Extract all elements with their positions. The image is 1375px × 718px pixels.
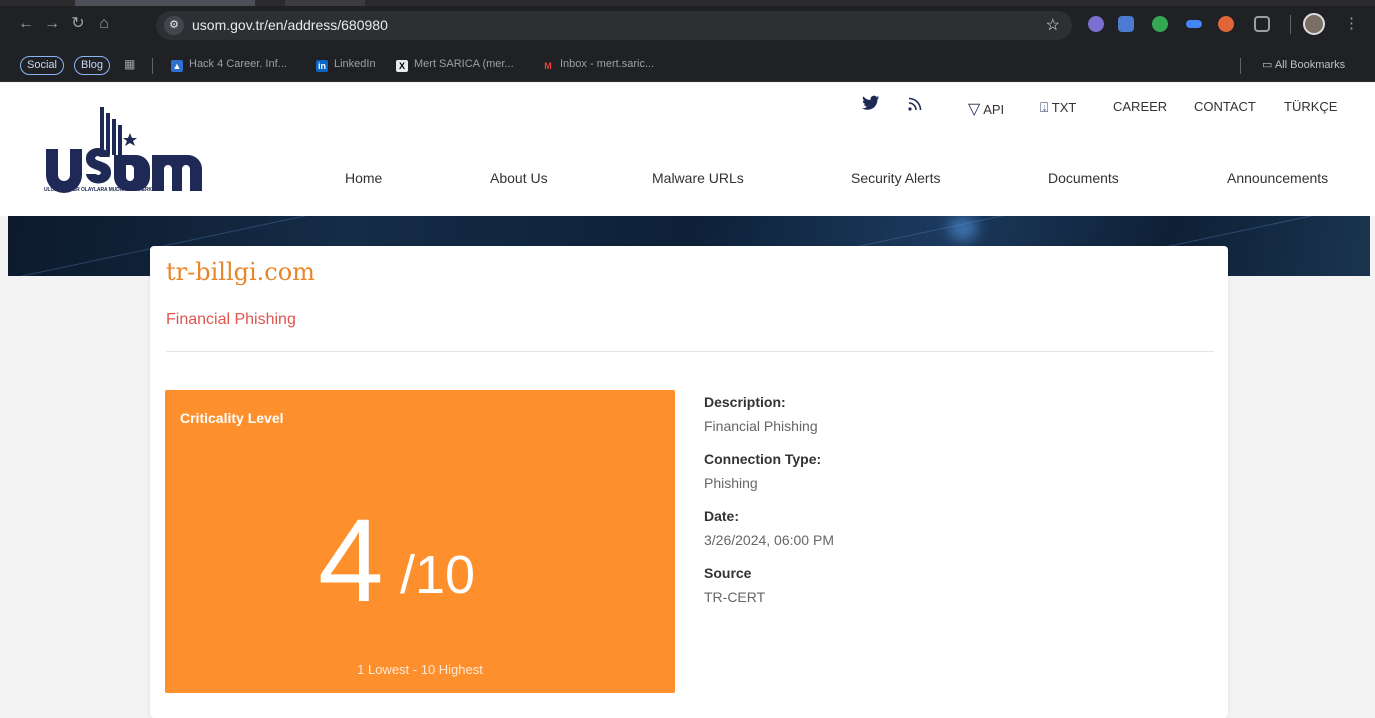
date-value: 3/26/2024, 06:00 PM xyxy=(704,532,834,548)
bookmark-item[interactable]: M Inbox - mert.saric... xyxy=(542,58,654,72)
linkedin-icon: in xyxy=(316,60,328,72)
divider xyxy=(166,351,1214,352)
criticality-denominator: /10 xyxy=(400,545,476,605)
browser-toolbar: ← → ↻ ⌂ ⚙ usom.gov.tr/en/address/680980 … xyxy=(0,0,1375,50)
gmail-icon: M xyxy=(544,61,552,71)
criticality-scale: 1 Lowest - 10 Highest xyxy=(357,662,483,677)
home-icon[interactable]: ⌂ xyxy=(93,14,115,34)
nav-about-us[interactable]: About Us xyxy=(490,170,548,186)
site-info-icon[interactable]: ⚙ xyxy=(164,16,184,35)
language-link[interactable]: TÜRKÇE xyxy=(1284,99,1337,114)
txt-link[interactable]: ⍗ TXT xyxy=(1040,99,1076,116)
extension-icon[interactable] xyxy=(1186,20,1202,28)
description-value: Financial Phishing xyxy=(704,418,818,434)
usom-logo[interactable] xyxy=(44,105,204,200)
source-label: Source xyxy=(704,565,752,581)
tab-active[interactable] xyxy=(285,0,365,6)
address-bar[interactable]: ⚙ usom.gov.tr/en/address/680980 ☆ xyxy=(156,11,1072,40)
txt-label: TXT xyxy=(1051,100,1077,115)
api-label: API xyxy=(983,102,1005,117)
description-label: Description: xyxy=(704,394,786,410)
bookmark-separator xyxy=(1240,58,1241,74)
connection-type-value: Phishing xyxy=(704,475,758,491)
bookmark-favicon-icon: ▲ xyxy=(171,60,183,72)
all-bookmarks-button[interactable]: ▭ All Bookmarks xyxy=(1262,58,1345,71)
bookmark-item[interactable]: ▲ Hack 4 Career. Inf... xyxy=(171,58,287,72)
filter-icon: ▽ xyxy=(968,101,981,118)
nav-documents[interactable]: Documents xyxy=(1048,170,1119,186)
bookmark-label: Inbox - mert.saric... xyxy=(560,58,655,70)
category-subtitle: Financial Phishing xyxy=(166,311,296,328)
twitter-icon[interactable] xyxy=(862,95,880,116)
download-icon: ⍗ xyxy=(1040,99,1049,115)
connection-type-label: Connection Type: xyxy=(704,451,822,467)
tab-inactive[interactable] xyxy=(75,0,255,6)
bookmark-group-blog[interactable]: Blog xyxy=(74,56,111,75)
nav-malware-urls[interactable]: Malware URLs xyxy=(652,170,744,186)
reload-icon[interactable]: ↻ xyxy=(67,14,89,34)
profile-avatar[interactable] xyxy=(1303,13,1325,35)
bookmark-label: LinkedIn xyxy=(334,58,376,70)
bookmark-separator xyxy=(152,58,153,74)
extension-icon[interactable] xyxy=(1218,16,1234,32)
forward-icon[interactable]: → xyxy=(41,14,63,34)
criticality-panel xyxy=(165,390,675,693)
site-header xyxy=(0,83,1375,216)
browser-menu-icon[interactable]: ⋮ xyxy=(1344,14,1359,32)
toolbar-separator xyxy=(1290,15,1291,34)
nav-home[interactable]: Home xyxy=(345,170,382,186)
domain-title: tr-billgi.com xyxy=(166,258,315,286)
criticality-title: Criticality Level xyxy=(180,410,284,426)
bookmark-label: Mert SARICA (mer... xyxy=(414,58,514,70)
bookmark-item[interactable]: X Mert SARICA (mer... xyxy=(396,58,514,72)
date-label: Date: xyxy=(704,508,740,524)
logo-caption: ULUSAL SIBER OLAYLARA MUDAHALE MERKEZI xyxy=(44,187,160,193)
bookmark-group-social[interactable]: Social xyxy=(20,56,64,75)
api-link[interactable]: ▽ API xyxy=(968,99,1004,119)
all-bookmarks-label: All Bookmarks xyxy=(1274,59,1346,71)
apps-grid-icon[interactable]: ▦ xyxy=(124,57,135,71)
folder-icon: ▭ xyxy=(1262,59,1275,71)
rss-icon[interactable] xyxy=(908,97,922,115)
grammarly-icon[interactable] xyxy=(1152,16,1168,32)
bookmarks-bar: Social Blog ▦ ▲ Hack 4 Career. Inf... in L… xyxy=(0,50,1375,82)
extension-icon[interactable] xyxy=(1118,16,1134,32)
url-text[interactable]: usom.gov.tr/en/address/680980 xyxy=(192,17,388,33)
source-value: TR-CERT xyxy=(704,589,766,605)
career-link[interactable]: CAREER xyxy=(1113,99,1167,114)
extension-icon[interactable] xyxy=(1088,16,1104,32)
bookmark-item[interactable]: in LinkedIn xyxy=(316,58,376,72)
nav-announcements[interactable]: Announcements xyxy=(1227,170,1328,186)
back-icon[interactable]: ← xyxy=(15,14,37,34)
x-icon: X xyxy=(396,60,408,72)
contact-link[interactable]: CONTACT xyxy=(1194,99,1256,114)
bookmark-label: Hack 4 Career. Inf... xyxy=(189,58,287,70)
banner-glow xyxy=(948,216,978,241)
bookmark-star-icon[interactable]: ☆ xyxy=(1046,15,1060,35)
nav-security-alerts[interactable]: Security Alerts xyxy=(851,170,940,186)
extensions-puzzle-icon[interactable] xyxy=(1254,16,1270,32)
criticality-value: 4 xyxy=(318,495,384,627)
